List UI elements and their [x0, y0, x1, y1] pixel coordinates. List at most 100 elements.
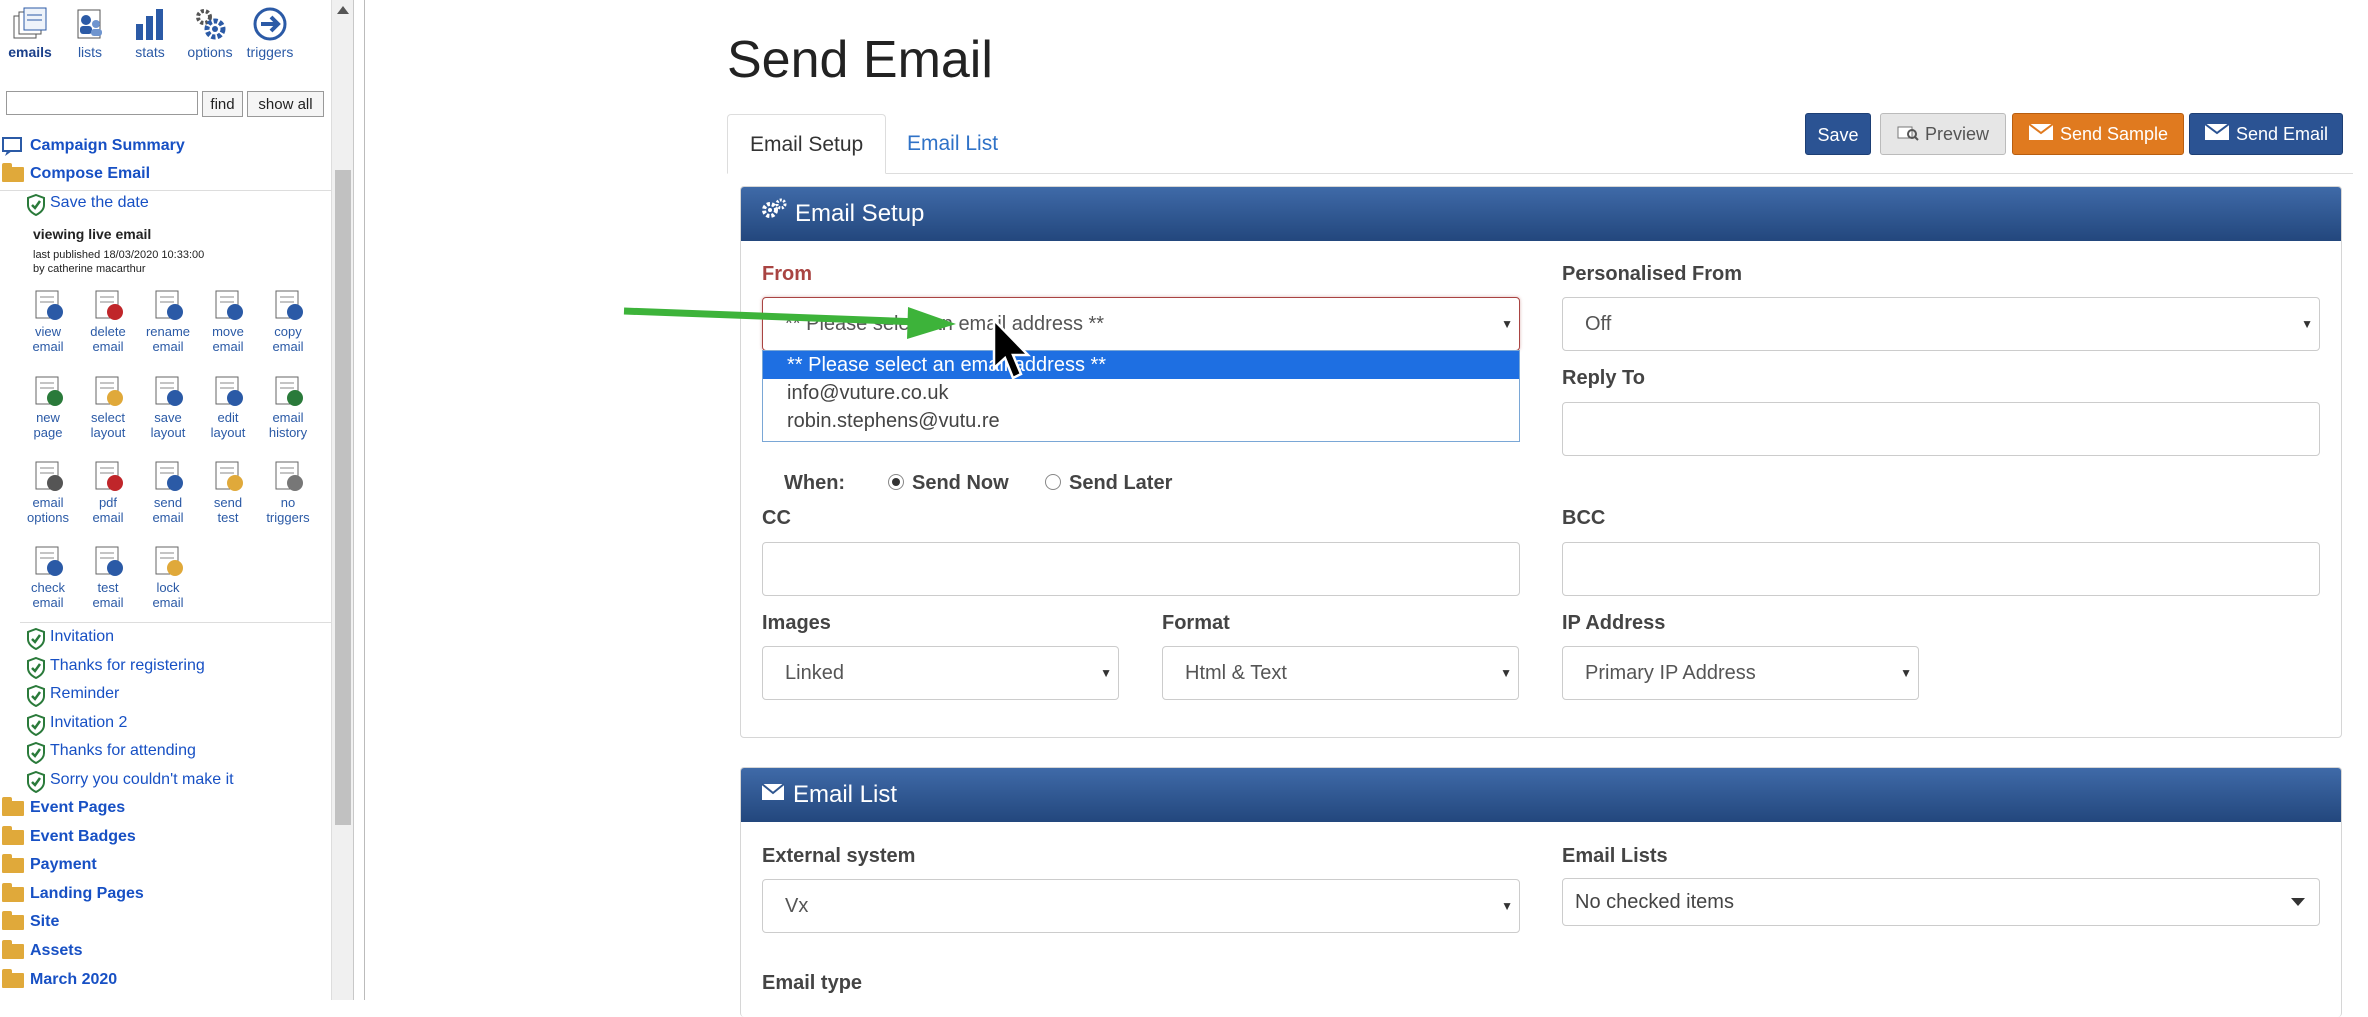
emails-tab[interactable]: emails [0, 6, 60, 60]
send-test-icon [215, 461, 243, 491]
tool-label: email [272, 339, 304, 354]
tool-label: email [92, 595, 124, 610]
folder-icon [2, 968, 24, 988]
when-label: When: [784, 472, 846, 494]
tool-label: view [34, 324, 61, 339]
tool-lock-email[interactable]: lock email [138, 544, 198, 610]
tool-email-history[interactable]: email history [258, 374, 318, 440]
email-history-icon [275, 376, 303, 406]
tool-send-email[interactable]: send email [138, 459, 198, 525]
tool-label: email [92, 510, 124, 525]
lists-tab[interactable]: lists [60, 6, 120, 60]
send-email-button[interactable]: Send Email [2189, 113, 2343, 155]
tool-save-layout[interactable]: save layout [138, 374, 198, 440]
folder-icon [2, 163, 24, 182]
chevron-down-icon: ▼ [1501, 899, 1513, 913]
tab-email-list[interactable]: Email List [885, 114, 1020, 174]
chevron-down-icon: ▼ [1900, 666, 1912, 680]
format-select[interactable]: Html & Text ▼ [1162, 646, 1519, 700]
tool-select-layout[interactable]: select layout [78, 374, 138, 440]
tool-edit-layout[interactable]: edit layout [198, 374, 258, 440]
email-lists-multiselect[interactable]: No checked items [1562, 878, 2320, 926]
search-input[interactable] [6, 91, 198, 115]
tool-label: edit [217, 410, 239, 425]
tool-label: email [32, 595, 64, 610]
tool-label: copy [274, 324, 302, 339]
tab-divider [727, 173, 2353, 174]
tool-new-page[interactable]: new page [18, 374, 78, 440]
folder-item-label: Landing Pages [30, 884, 144, 902]
send-sample-button[interactable]: Send Sample [2012, 113, 2184, 155]
lock-email-icon [155, 546, 183, 576]
tool-label: page [33, 425, 63, 440]
ip-address-select[interactable]: Primary IP Address ▼ [1562, 646, 1919, 700]
chevron-down-icon: ▼ [1501, 317, 1513, 331]
tool-delete-email[interactable]: delete email [78, 288, 138, 354]
from-option[interactable]: ** Please select an email address ** [763, 351, 1519, 379]
from-option[interactable]: info@vuture.co.uk [763, 379, 1519, 407]
tool-rename-email[interactable]: rename email [138, 288, 198, 354]
tool-label: options [27, 510, 69, 525]
no-triggers-icon [275, 461, 303, 491]
save-button[interactable]: Save [1805, 113, 1871, 155]
personalised-from-select[interactable]: Off ▼ [1562, 297, 2320, 351]
folder-icon [2, 911, 24, 931]
tool-email-options[interactable]: email options [18, 459, 78, 525]
options-tab[interactable]: options [180, 6, 240, 60]
test-email-icon [95, 546, 123, 576]
cc-label: CC [762, 507, 791, 529]
triggers-tab-label: triggers [246, 44, 294, 60]
tool-test-email[interactable]: test email [78, 544, 138, 610]
email-item-label: Thanks for attending [50, 742, 196, 760]
external-system-label: External system [762, 845, 916, 867]
select-layout-icon [95, 376, 123, 406]
scroll-thumb[interactable] [335, 170, 351, 825]
page-title: Send Email [727, 31, 993, 89]
scroll-up-arrow-icon[interactable] [337, 6, 349, 14]
tool-label: new [36, 410, 60, 425]
cc-input[interactable] [762, 542, 1520, 596]
images-label: Images [762, 612, 831, 634]
tab-email-setup[interactable]: Email Setup [727, 114, 887, 174]
folder-item-label: Payment [30, 856, 97, 874]
published-by: by catherine macarthur [33, 263, 146, 275]
folder-item-label: Assets [30, 942, 83, 959]
emails-icon [13, 7, 47, 39]
external-system-select[interactable]: Vx ▼ [762, 879, 1520, 933]
stats-tab[interactable]: stats [120, 6, 180, 60]
tool-view-email[interactable]: view email [18, 288, 78, 354]
reply-to-input[interactable] [1562, 402, 2320, 456]
annotation-arrow-icon [623, 307, 956, 339]
send-later-radio[interactable]: Send Later [1045, 472, 1172, 495]
from-label: From [762, 263, 812, 285]
tool-move-email[interactable]: move email [198, 288, 258, 354]
send-email-icon [155, 461, 183, 491]
shield-check-icon [27, 656, 45, 679]
from-dropdown: ** Please select an email address ** inf… [762, 350, 1520, 442]
preview-button[interactable]: Preview [1880, 113, 2006, 155]
email-item-label: Invitation [50, 628, 115, 645]
tool-no-triggers[interactable]: no triggers [258, 459, 318, 525]
options-icon [196, 9, 226, 40]
triggers-tab[interactable]: triggers [240, 6, 300, 60]
tool-send-test[interactable]: send test [198, 459, 258, 525]
images-select[interactable]: Linked ▼ [762, 646, 1119, 700]
left-scrollbar[interactable] [331, 0, 353, 1000]
folder-icon [2, 797, 24, 816]
tool-label: pdf [98, 495, 118, 510]
show-all-button[interactable]: show all [247, 91, 324, 117]
send-now-radio[interactable]: Send Now [888, 472, 1009, 495]
envelope-icon [761, 767, 785, 821]
email-list-header: Email List [741, 768, 2341, 822]
new-page-icon [35, 376, 63, 406]
tool-check-email[interactable]: check email [18, 544, 78, 610]
tool-pdf-email[interactable]: pdf email [78, 459, 138, 525]
from-option[interactable]: robin.stephens@vutu.re [763, 407, 1519, 435]
tool-label: test [217, 510, 239, 525]
bcc-input[interactable] [1562, 542, 2320, 596]
email-item-label: Reminder [50, 685, 120, 703]
find-button[interactable]: find [202, 91, 243, 117]
tool-label: layout [210, 425, 246, 440]
view-email-icon [35, 290, 63, 320]
tool-copy-email[interactable]: copy email [258, 288, 318, 354]
